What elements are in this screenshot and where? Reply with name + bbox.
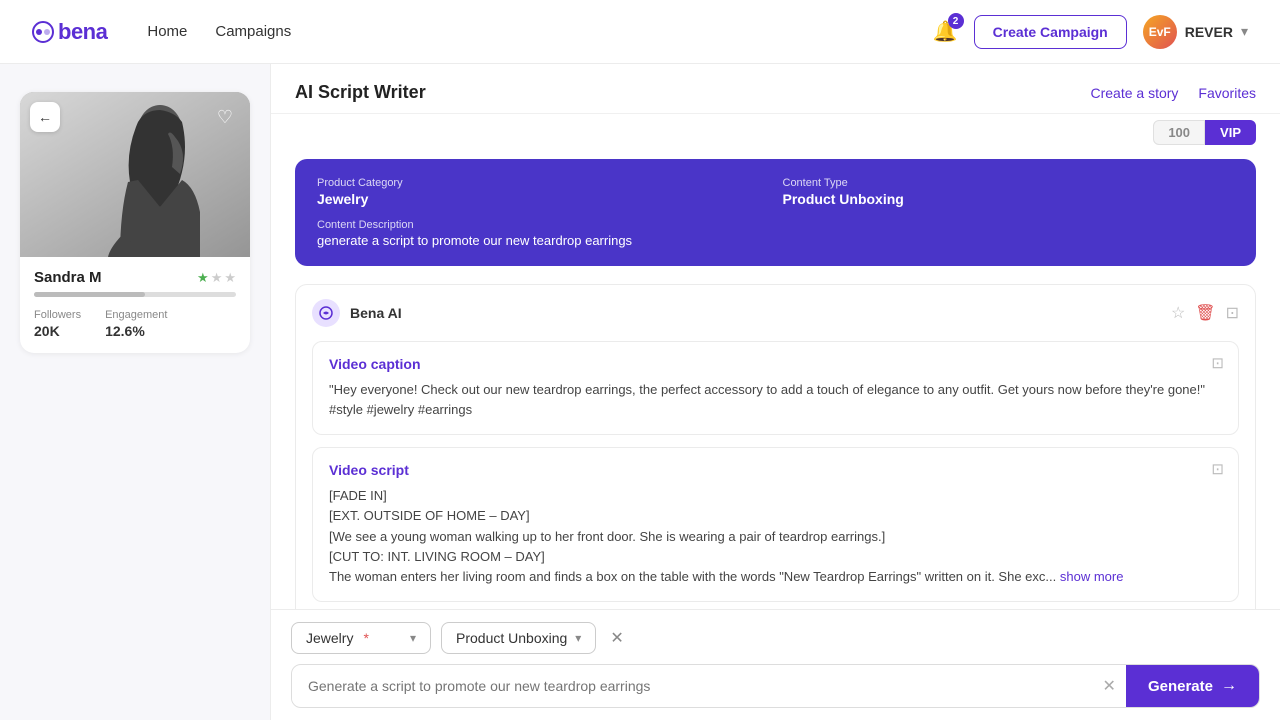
nav-home[interactable]: Home	[147, 23, 187, 40]
bell-button[interactable]: 🔔 2	[933, 19, 958, 44]
video-script-title: Video script	[329, 462, 1222, 478]
ai-sender: Bena AI	[312, 299, 402, 327]
required-marker: *	[363, 630, 368, 646]
clear-input-button[interactable]: ✕	[1093, 676, 1126, 696]
content-desc-label: Content Description	[317, 219, 1234, 231]
trash-icon[interactable]: 🗑	[1195, 303, 1215, 323]
video-caption-block: Video caption ⊡ "Hey everyone! Check out…	[312, 341, 1239, 435]
create-campaign-button[interactable]: Create Campaign	[974, 15, 1127, 49]
script-line-3: [We see a young woman walking up to her …	[329, 529, 885, 544]
ai-action-buttons: ☆ 🗑 ⊡	[1171, 303, 1239, 323]
avatar: EvF	[1143, 15, 1177, 49]
script-line-4: [CUT TO: INT. LIVING ROOM – DAY]	[329, 549, 545, 564]
engagement-bar-fill	[34, 292, 145, 297]
input-bar: ✕ Generate →	[291, 664, 1260, 708]
script-line-2: [EXT. OUTSIDE OF HOME – DAY]	[329, 508, 530, 523]
script-header: AI Script Writer Create a story Favorite…	[271, 64, 1280, 114]
tab-100[interactable]: 100	[1153, 120, 1205, 145]
script-line-5: The woman enters her living room and fin…	[329, 569, 1056, 584]
product-category-value: Jewelry	[317, 191, 769, 207]
username: REVER	[1185, 24, 1233, 40]
video-script-block: Video script ⊡ [FADE IN] [EXT. OUTSIDE O…	[312, 447, 1239, 602]
script-input[interactable]	[292, 666, 1093, 706]
create-story-link[interactable]: Create a story	[1090, 85, 1178, 101]
followers-value: 20K	[34, 323, 81, 339]
content-type-value: Product Unboxing	[783, 191, 1235, 207]
logo: bena	[32, 19, 107, 45]
tab-vip[interactable]: VIP	[1205, 120, 1256, 145]
main-layout: ← ♡ Sandra M ★ ★ ★ Followers	[0, 64, 1280, 720]
avatar-initials: EvF	[1149, 25, 1171, 39]
nav-right: 🔔 2 Create Campaign EvF REVER ▾	[933, 15, 1248, 49]
info-card-grid: Product Category Jewelry Content Type Pr…	[317, 177, 1234, 207]
generate-button[interactable]: Generate →	[1126, 665, 1259, 707]
ai-sender-name: Bena AI	[350, 305, 402, 321]
influencer-stats: Followers 20K Engagement 12.6%	[34, 309, 236, 339]
category-label: Jewelry	[306, 630, 353, 646]
chevron-down-icon: ▾	[1241, 23, 1248, 40]
expand-icon[interactable]: ⊡	[1226, 303, 1239, 323]
influencer-card: ← ♡ Sandra M ★ ★ ★ Followers	[20, 92, 250, 353]
content-type-label: Content Type	[783, 177, 1235, 189]
copy-script-button[interactable]: ⊡	[1211, 460, 1224, 478]
generate-label: Generate	[1148, 678, 1213, 695]
show-more-link[interactable]: show more	[1060, 569, 1124, 584]
script-body: Product Category Jewelry Content Type Pr…	[271, 145, 1280, 609]
video-caption-text: "Hey everyone! Check out our new teardro…	[329, 380, 1222, 420]
favorite-button[interactable]: ♡	[210, 102, 240, 132]
followers-label: Followers	[34, 309, 81, 321]
chevron-down-icon: ▾	[410, 631, 416, 645]
influencer-image: ← ♡	[20, 92, 250, 257]
left-panel: ← ♡ Sandra M ★ ★ ★ Followers	[0, 64, 270, 720]
content-type-label: Product Unboxing	[456, 630, 567, 646]
star-2: ★	[211, 270, 223, 286]
user-menu[interactable]: EvF REVER ▾	[1143, 15, 1248, 49]
ai-response-header: Bena AI ☆ 🗑 ⊡	[312, 299, 1239, 327]
product-category-label: Product Category	[317, 177, 769, 189]
bottom-bar: Jewelry * ▾ Product Unboxing ▾ ✕ ✕ Gener…	[271, 609, 1280, 720]
arrow-right-icon: →	[1221, 677, 1237, 695]
chevron-down-icon: ▾	[575, 631, 581, 645]
star-3: ★	[224, 270, 236, 286]
engagement-label: Engagement	[105, 309, 167, 321]
tabs-row: 100 VIP	[271, 114, 1280, 145]
content-type-item: Content Type Product Unboxing	[783, 177, 1235, 207]
star-icon[interactable]: ☆	[1171, 303, 1185, 323]
rating-stars: ★ ★ ★	[197, 270, 236, 286]
bottom-dropdowns: Jewelry * ▾ Product Unboxing ▾ ✕	[291, 622, 1260, 654]
favorites-link[interactable]: Favorites	[1198, 85, 1256, 101]
script-title: AI Script Writer	[295, 82, 426, 103]
nav-campaigns[interactable]: Campaigns	[215, 23, 291, 40]
video-caption-title: Video caption	[329, 356, 1222, 372]
followers-stat: Followers 20K	[34, 309, 81, 339]
right-panel: AI Script Writer Create a story Favorite…	[270, 64, 1280, 720]
influencer-name-row: Sandra M ★ ★ ★	[34, 269, 236, 286]
ai-response: Bena AI ☆ 🗑 ⊡ Video caption ⊡ "Hey every…	[295, 284, 1256, 609]
star-1: ★	[197, 270, 209, 286]
copy-caption-button[interactable]: ⊡	[1211, 354, 1224, 372]
script-line-1: [FADE IN]	[329, 488, 387, 503]
influencer-info: Sandra M ★ ★ ★ Followers 20K	[20, 257, 250, 353]
engagement-bar	[34, 292, 236, 297]
content-desc-value: generate a script to promote our new tea…	[317, 233, 1234, 248]
script-header-actions: Create a story Favorites	[1090, 85, 1256, 101]
nav-links: Home Campaigns	[147, 23, 932, 40]
content-desc-item: Content Description generate a script to…	[317, 219, 1234, 248]
bell-badge: 2	[948, 13, 964, 29]
engagement-value: 12.6%	[105, 323, 167, 339]
engagement-stat: Engagement 12.6%	[105, 309, 167, 339]
back-button[interactable]: ←	[30, 102, 60, 132]
product-category-item: Product Category Jewelry	[317, 177, 769, 207]
influencer-name: Sandra M	[34, 269, 102, 286]
logo-text: bena	[58, 19, 107, 45]
video-script-text: [FADE IN] [EXT. OUTSIDE OF HOME – DAY] […	[329, 486, 1222, 587]
category-dropdown[interactable]: Jewelry * ▾	[291, 622, 431, 654]
close-dropdowns-button[interactable]: ✕	[610, 628, 623, 648]
info-card: Product Category Jewelry Content Type Pr…	[295, 159, 1256, 266]
content-type-dropdown[interactable]: Product Unboxing ▾	[441, 622, 596, 654]
ai-avatar	[312, 299, 340, 327]
navbar: bena Home Campaigns 🔔 2 Create Campaign …	[0, 0, 1280, 64]
